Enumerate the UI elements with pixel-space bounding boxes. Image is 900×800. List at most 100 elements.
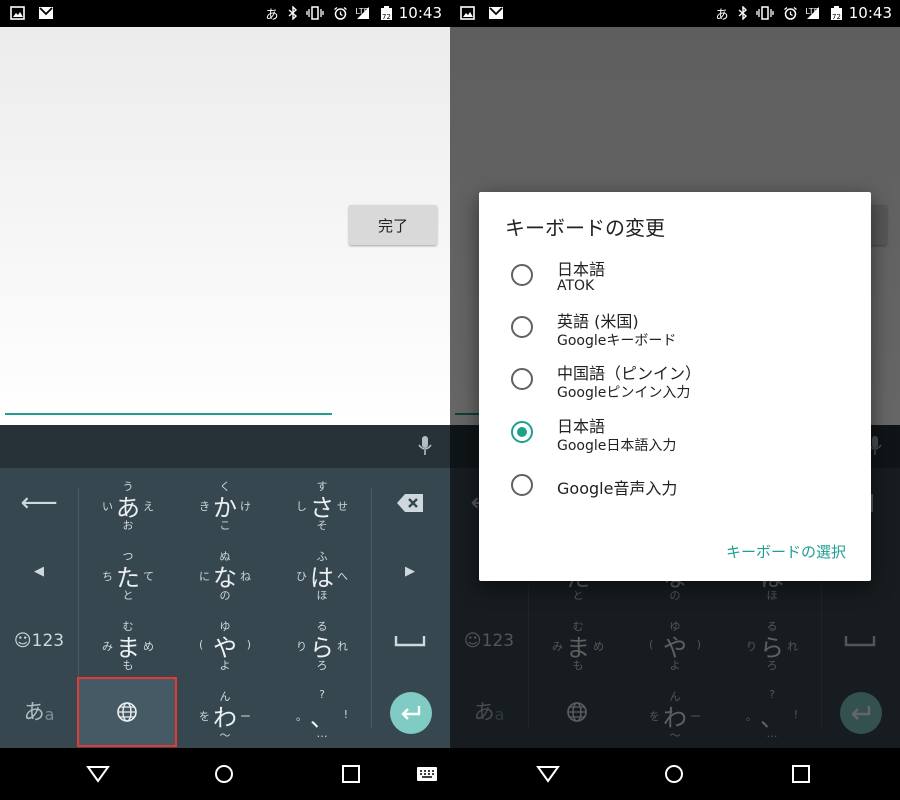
keyboard-option-voice[interactable]: Google音声入力	[479, 460, 871, 510]
flick-down: そ	[316, 519, 328, 532]
flick-right: れ	[337, 640, 348, 653]
back-key[interactable]: ⟵	[5, 470, 73, 536]
keyboard-switch-icon[interactable]	[416, 766, 438, 782]
flick-right: え	[143, 500, 154, 513]
back-icon[interactable]	[86, 765, 110, 783]
mic-icon[interactable]	[418, 435, 432, 457]
ime-indicator: あ	[715, 7, 729, 23]
flick-down: 〜	[219, 729, 231, 742]
flick-down: ほ	[316, 589, 328, 602]
space-icon	[394, 636, 426, 647]
space-key[interactable]	[376, 608, 444, 674]
kana-key-ra[interactable]: るりられろ	[275, 610, 369, 680]
flick-right: へ	[337, 570, 348, 583]
alarm-icon	[334, 6, 347, 20]
dialog-title: キーボードの変更	[505, 216, 665, 240]
status-bar: あ LTE 72 10:43	[450, 0, 900, 27]
globe-icon	[117, 702, 137, 722]
back-icon[interactable]	[536, 765, 560, 783]
recents-icon[interactable]	[792, 765, 810, 783]
mode-alpha-label: a	[44, 704, 55, 724]
flick-right: !	[343, 708, 348, 721]
flick-right: ね	[240, 570, 251, 583]
emoji-number-key[interactable]: ☺123	[5, 608, 73, 674]
flick-down: の	[219, 589, 231, 602]
recents-icon[interactable]	[342, 765, 360, 783]
cursor-left-key[interactable]: ◀	[5, 538, 73, 604]
radio-button[interactable]	[511, 316, 533, 338]
backspace-icon	[397, 494, 423, 512]
flick-right: ー	[240, 710, 251, 723]
gmail-icon	[489, 7, 503, 19]
left-screen: あ LTE 72 10:43 完了 ⟵ ◀ ☺123 あa ういあえお くきかけ…	[0, 0, 450, 800]
keyboard-option-google-japanese[interactable]: 日本語 Google日本語入力	[479, 407, 871, 457]
change-keyboard-dialog: キーボードの変更 日本語 ATOK 英語 (米国) Googleキーボード 中国…	[479, 192, 871, 581]
keyboard-option-pinyin[interactable]: 中国語（ピンイン） Googleピンイン入力	[479, 354, 871, 404]
home-icon[interactable]	[214, 764, 234, 784]
gmail-icon	[39, 7, 53, 19]
kana-key-na[interactable]: ぬになねの	[178, 540, 272, 610]
keyboard-option-english[interactable]: 英語 (米国) Googleキーボード	[479, 302, 871, 352]
kana-key-ha[interactable]: ふひはへほ	[275, 540, 369, 610]
kana-key-ya[interactable]: ゆ(や) よ	[178, 610, 272, 680]
alarm-icon	[784, 6, 797, 20]
home-icon[interactable]	[664, 764, 684, 784]
radio-button[interactable]	[511, 474, 533, 496]
option-label: 英語 (米国)	[557, 312, 639, 331]
battery-level: 72	[832, 13, 841, 21]
vibrate-icon	[756, 6, 774, 20]
option-label: 日本語	[557, 417, 606, 436]
right-screen: あ LTE 72 10:43 完了 ⟵ ◀ ☺123 あa ういあえお くきかけ…	[450, 0, 900, 800]
option-sublabel: Googleピンイン入力	[557, 385, 691, 401]
kana-key-sa[interactable]: すしさせそ	[275, 470, 369, 540]
delete-key[interactable]	[376, 470, 444, 536]
cursor-right-key[interactable]: ▶	[376, 538, 444, 604]
option-label: 中国語（ピンイン）	[557, 364, 702, 383]
nav-bar	[450, 748, 900, 800]
enter-key[interactable]	[390, 692, 432, 734]
kana-key-wa[interactable]: んをわー〜	[178, 680, 272, 750]
vibrate-icon	[306, 6, 324, 20]
image-icon	[10, 6, 25, 20]
done-button[interactable]: 完了	[349, 205, 437, 245]
enter-icon	[401, 706, 421, 720]
flick-down: も	[122, 659, 134, 672]
text-field-underline[interactable]	[5, 413, 332, 415]
flick-down: よ	[219, 659, 231, 672]
ime-indicator: あ	[265, 7, 279, 23]
flick-down: ろ	[316, 659, 328, 672]
flick-down: こ	[219, 519, 231, 532]
select-keyboard-button[interactable]: キーボードの選択	[726, 541, 846, 562]
radio-button[interactable]	[511, 264, 533, 286]
bluetooth-icon	[288, 6, 298, 20]
flick-right: )	[246, 638, 251, 651]
image-icon	[460, 6, 475, 20]
app-content: 完了	[0, 27, 450, 425]
input-mode-key[interactable]: あa	[5, 678, 73, 744]
status-bar: あ LTE 72 10:43	[0, 0, 450, 27]
punctuation-key[interactable]: ?。、!…	[275, 680, 369, 750]
radio-button[interactable]	[511, 368, 533, 390]
clock: 10:43	[398, 4, 442, 22]
flick-down: と	[122, 589, 134, 602]
option-sublabel: ATOK	[557, 278, 595, 294]
kana-key-ta[interactable]: つちたてと	[81, 540, 175, 610]
kana-key-a[interactable]: ういあえお	[81, 470, 175, 540]
option-sublabel: Googleキーボード	[557, 333, 677, 349]
kana-key-ka[interactable]: くきかけこ	[178, 470, 272, 540]
keyboard-option-atok[interactable]: 日本語 ATOK	[479, 250, 871, 300]
keyboard-divider	[371, 488, 372, 728]
kana-key-ma[interactable]: むみまめも	[81, 610, 175, 680]
keyboard-suggestion-bar	[0, 425, 450, 468]
globe-key[interactable]	[77, 677, 177, 747]
mode-kana-label: あ	[23, 700, 45, 724]
radio-button-selected[interactable]	[511, 421, 533, 443]
flick-right: せ	[337, 500, 348, 513]
signal-icon	[357, 7, 369, 19]
flick-right: け	[240, 500, 251, 513]
signal-icon	[807, 7, 819, 19]
battery-level: 72	[382, 13, 391, 21]
flick-right: め	[143, 640, 154, 653]
flick-down: お	[122, 519, 134, 532]
option-label: Google音声入力	[557, 479, 678, 498]
